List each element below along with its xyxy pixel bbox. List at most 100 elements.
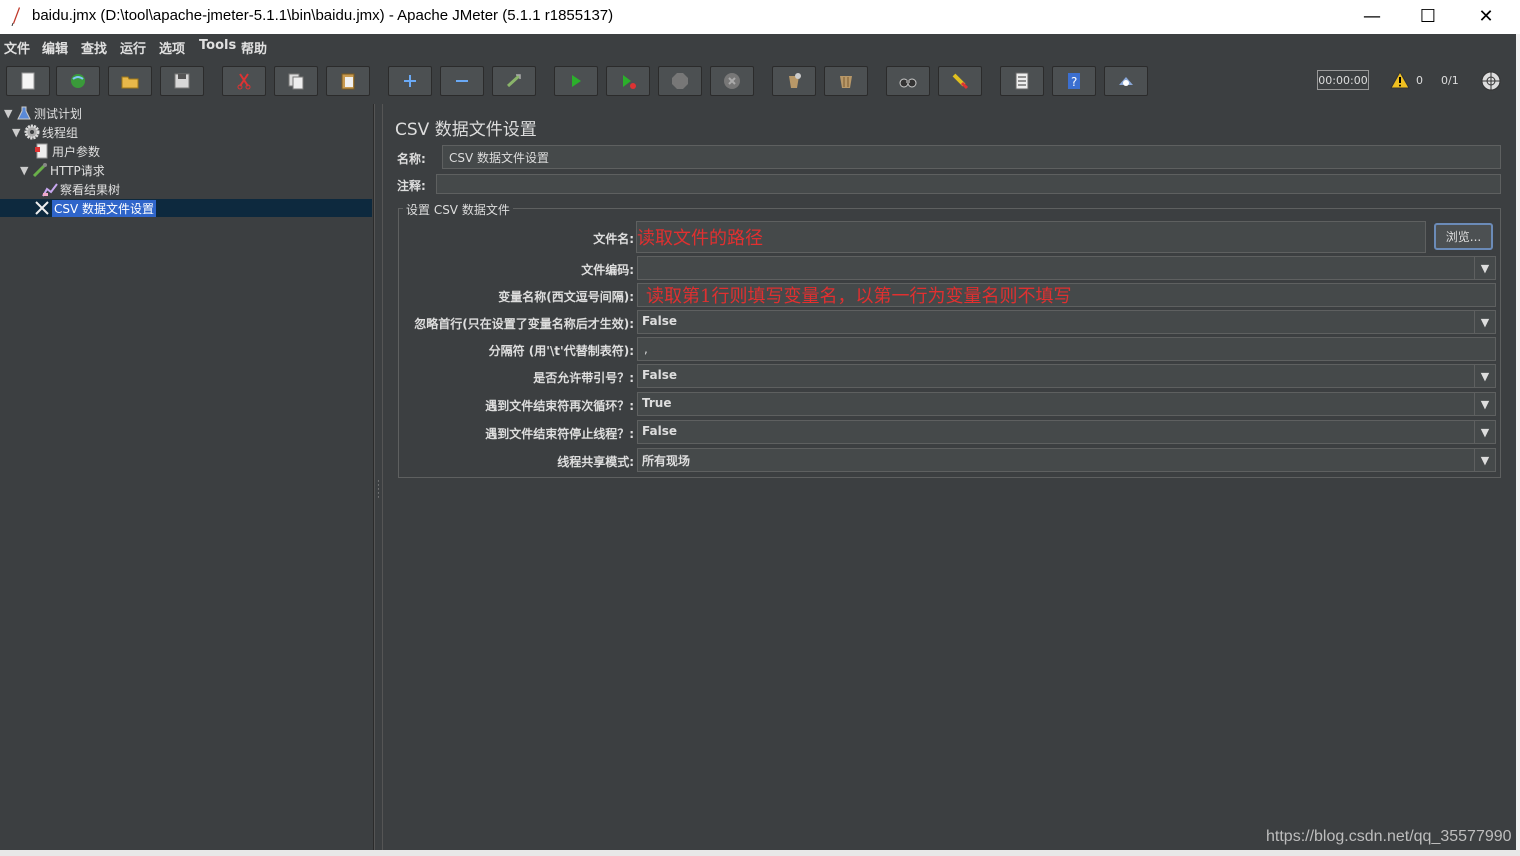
encoding-combo[interactable]: ▼ <box>637 256 1496 280</box>
remote-button[interactable] <box>1104 66 1148 96</box>
new-icon <box>21 72 35 90</box>
templates-button[interactable] <box>56 66 100 96</box>
filename-label: 文件名: <box>593 232 634 246</box>
tree-item-view-results-tree[interactable]: 察看结果树 <box>42 180 120 198</box>
name-field[interactable]: CSV 数据文件设置 <box>442 145 1501 169</box>
menu-run[interactable]: 运行 <box>120 38 146 57</box>
delimiter-field[interactable]: , <box>637 337 1496 361</box>
menu-tools[interactable]: Tools <box>199 38 236 53</box>
reset-search-button[interactable] <box>938 66 982 96</box>
ignore-first-line-label: 忽略首行(只在设置了变量名称后才生效): <box>414 317 634 331</box>
expand-all-button[interactable] <box>388 66 432 96</box>
cut-button[interactable] <box>222 66 266 96</box>
shutdown-icon <box>724 73 740 89</box>
search-icon <box>899 78 917 88</box>
tree-item-label: 测试计划 <box>34 106 83 121</box>
clear-button[interactable] <box>772 66 816 96</box>
paste-button[interactable] <box>326 66 370 96</box>
new-button[interactable] <box>6 66 50 96</box>
start-no-pause-button[interactable] <box>606 66 650 96</box>
tree-item-user-parameters[interactable]: 用户参数 <box>34 142 100 160</box>
dropdown-arrow-icon[interactable]: ▼ <box>1474 449 1495 471</box>
window-titlebar: baidu.jmx (D:\tool\apache-jmeter-5.1.1\b… <box>0 0 1520 34</box>
allow-quoted-combo[interactable]: False ▼ <box>637 364 1496 388</box>
ignore-first-line-value: False <box>642 314 677 328</box>
collapse-all-button[interactable] <box>440 66 484 96</box>
menu-options[interactable]: 选项 <box>159 38 185 57</box>
open-button[interactable] <box>108 66 152 96</box>
active-threads: 0/1 <box>1441 74 1459 87</box>
maximize-button[interactable]: ☐ <box>1400 0 1456 32</box>
allow-quoted-label: 是否允许带引号？: <box>533 371 634 385</box>
save-button[interactable] <box>160 66 204 96</box>
menu-search[interactable]: 查找 <box>81 38 107 57</box>
name-label: 名称: <box>397 152 426 166</box>
copy-button[interactable] <box>274 66 318 96</box>
paste-icon <box>341 73 355 90</box>
tree-item-test-plan[interactable]: ▼ 测试计划 <box>4 104 82 122</box>
minimize-button[interactable]: — <box>1344 0 1400 32</box>
variable-names-field[interactable]: 读取第1行则填写变量名，以第一行为变量名则不填写 <box>637 283 1496 307</box>
comment-field[interactable] <box>436 174 1501 194</box>
menu-edit[interactable]: 编辑 <box>42 38 68 57</box>
dropdown-arrow-icon[interactable]: ▼ <box>1474 393 1495 415</box>
warning-icon[interactable] <box>1390 71 1410 89</box>
tree-item-csv-data-set[interactable]: CSV 数据文件设置 <box>34 199 157 217</box>
stop-button[interactable] <box>658 66 702 96</box>
tree-item-label: HTTP请求 <box>50 163 105 178</box>
filename-field[interactable]: 读取文件的路径 <box>636 221 1426 253</box>
variable-names-label: 变量名称(西文逗号间隔): <box>498 290 634 304</box>
dropdown-arrow-icon[interactable]: ▼ <box>1474 311 1495 333</box>
recycle-eof-combo[interactable]: True ▼ <box>637 392 1496 416</box>
allow-quoted-value: False <box>642 368 677 382</box>
search-button[interactable] <box>886 66 930 96</box>
split-pane-divider[interactable]: · · · · · <box>374 104 383 850</box>
dropdown-arrow-icon[interactable]: ▼ <box>1474 365 1495 387</box>
splitter-grip: · · · · · <box>377 477 380 503</box>
expand-arrow-icon[interactable]: ▼ <box>12 126 24 139</box>
sharing-mode-value: 所有现场 <box>642 454 691 468</box>
menu-help[interactable]: 帮助 <box>241 38 267 57</box>
ignore-first-line-combo[interactable]: False ▼ <box>637 310 1496 334</box>
jmeter-feather-icon <box>11 7 20 26</box>
page-title: CSV 数据文件设置 <box>395 120 537 140</box>
variable-names-value: 读取第1行则填写变量名，以第一行为变量名则不填写 <box>646 286 1072 307</box>
toggle-button[interactable] <box>492 66 536 96</box>
tree-item-label: 线程组 <box>42 125 79 140</box>
dropdown-arrow-icon[interactable]: ▼ <box>1474 257 1495 279</box>
menu-file[interactable]: 文件 <box>4 38 30 57</box>
copy-icon <box>288 73 304 90</box>
dropdown-arrow-icon[interactable]: ▼ <box>1474 421 1495 443</box>
toolbar: ? <box>0 58 1520 104</box>
tree-item-thread-group[interactable]: ▼ 线程组 <box>12 123 78 141</box>
remote-status-icon <box>1481 71 1501 91</box>
chart-icon <box>42 183 58 197</box>
taskbar-strip <box>0 850 1520 856</box>
group-title: 设置 CSV 数据文件 <box>403 201 513 218</box>
remote-icon <box>1119 77 1133 86</box>
tree-item-label: CSV 数据文件设置 <box>52 199 157 217</box>
sharing-mode-label: 线程共享模式: <box>557 455 634 469</box>
help-button[interactable]: ? <box>1052 66 1096 96</box>
function-helper-button[interactable] <box>1000 66 1044 96</box>
expand-arrow-icon[interactable]: ▼ <box>20 164 32 177</box>
encoding-label: 文件编码: <box>581 263 634 277</box>
shutdown-button[interactable] <box>710 66 754 96</box>
expand-arrow-icon[interactable]: ▼ <box>4 107 16 120</box>
stop-thread-eof-combo[interactable]: False ▼ <box>637 420 1496 444</box>
pipette-icon <box>32 163 47 178</box>
flask-icon <box>17 106 31 120</box>
expand-icon <box>404 75 416 87</box>
sharing-mode-combo[interactable]: 所有现场 ▼ <box>637 448 1496 472</box>
help-icon: ? <box>1068 73 1080 89</box>
delimiter-label: 分隔符 (用'\t'代替制表符): <box>488 344 634 358</box>
start-button[interactable] <box>554 66 598 96</box>
browse-button[interactable]: 浏览... <box>1434 223 1493 250</box>
window-title: baidu.jmx (D:\tool\apache-jmeter-5.1.1\b… <box>32 7 614 24</box>
tree-item-http-request[interactable]: ▼ HTTP请求 <box>20 161 105 179</box>
clear-all-button[interactable] <box>824 66 868 96</box>
minimize-icon: — <box>1363 5 1381 27</box>
close-button[interactable]: ✕ <box>1458 0 1514 32</box>
comment-label: 注释: <box>397 179 426 193</box>
preprocessor-icon <box>35 143 48 159</box>
